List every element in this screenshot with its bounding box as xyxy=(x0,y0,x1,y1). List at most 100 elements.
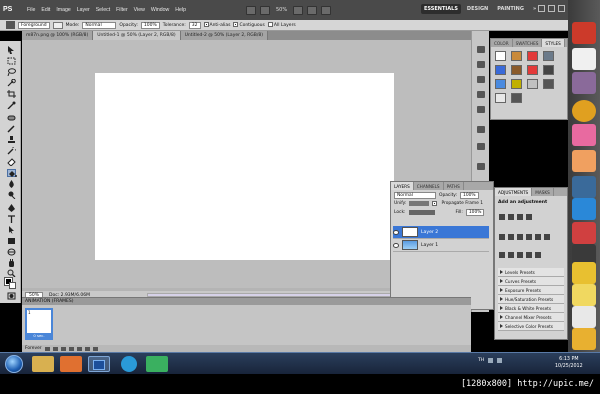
invert-icon[interactable] xyxy=(499,252,505,258)
eyedropper-tool-icon[interactable] xyxy=(7,101,16,109)
menu-edit[interactable]: Edit xyxy=(41,7,50,13)
style-preset-swatch[interactable] xyxy=(511,79,522,89)
animation-frame[interactable]: 1 0 sec. xyxy=(25,308,53,340)
layer-row-selected[interactable]: Layer 2 xyxy=(393,226,489,239)
document-tab-active[interactable]: Untitled-1 @ 50% (Layer 2, RGB/8) xyxy=(93,31,181,40)
clone-source-panel-icon[interactable] xyxy=(477,126,485,133)
visibility-eye-icon[interactable] xyxy=(393,242,399,248)
first-frame-icon[interactable] xyxy=(44,346,50,351)
tab-adjustments[interactable]: ADJUSTMENTS xyxy=(495,188,533,196)
menu-help[interactable]: Help xyxy=(175,7,186,13)
dodge-tool-icon[interactable] xyxy=(7,191,16,199)
brightness-icon[interactable] xyxy=(499,214,505,220)
menu-select[interactable]: Select xyxy=(96,7,110,13)
gadget-icon[interactable] xyxy=(572,150,596,172)
gadget-icon[interactable] xyxy=(572,176,596,198)
style-preset-swatch[interactable] xyxy=(527,51,538,61)
close-button[interactable] xyxy=(558,5,565,12)
path-selection-tool-icon[interactable] xyxy=(7,226,16,234)
hue-saturation-icon[interactable] xyxy=(508,234,514,240)
style-preset-swatch[interactable] xyxy=(543,51,554,61)
paint-bucket-tool-icon[interactable] xyxy=(6,21,15,29)
bridge-icon[interactable] xyxy=(246,5,256,15)
gadget-icon[interactable] xyxy=(572,22,596,44)
contiguous-option[interactable]: Contiguous xyxy=(233,22,265,28)
preset-black-white[interactable]: Black & White Presets xyxy=(498,304,564,313)
tolerance-input[interactable]: 32 xyxy=(188,21,201,29)
document-tab[interactable]: m87n.png @ 100% (RGB/8) xyxy=(22,31,94,40)
menu-window[interactable]: Window xyxy=(151,7,169,13)
screen-mode-icon[interactable] xyxy=(321,5,332,15)
gradient-map-icon[interactable] xyxy=(526,252,532,258)
document-canvas[interactable] xyxy=(95,73,394,260)
healing-brush-tool-icon[interactable] xyxy=(7,114,16,122)
gadget-icon[interactable] xyxy=(572,222,596,244)
actions-panel-icon[interactable] xyxy=(477,91,485,98)
style-preset-swatch[interactable] xyxy=(543,79,554,89)
menu-file[interactable]: File xyxy=(27,7,35,13)
menu-view[interactable]: View xyxy=(134,7,145,13)
contiguous-checkbox[interactable] xyxy=(233,22,239,27)
character-panel-icon[interactable] xyxy=(477,143,485,150)
marquee-tool-icon[interactable] xyxy=(7,57,16,65)
blur-tool-icon[interactable] xyxy=(7,180,16,188)
star-gadget-icon[interactable] xyxy=(572,100,596,122)
photo-filter-icon[interactable] xyxy=(535,234,541,240)
visibility-eye-icon[interactable] xyxy=(393,229,399,235)
arrange-documents-icon[interactable] xyxy=(307,5,318,15)
style-preset-swatch[interactable] xyxy=(495,79,506,89)
preset-channel-mixer[interactable]: Channel Mixer Presets xyxy=(498,313,564,322)
style-preset-swatch[interactable] xyxy=(527,65,538,75)
posterize-icon[interactable] xyxy=(508,252,514,258)
preset-exposure[interactable]: Exposure Presets xyxy=(498,286,564,295)
preset-curves[interactable]: Curves Presets xyxy=(498,277,564,286)
mode-select[interactable]: Normal xyxy=(82,21,117,29)
menu-layer[interactable]: Layer xyxy=(77,7,90,13)
propagate-checkbox[interactable] xyxy=(432,201,438,206)
history-brush-tool-icon[interactable] xyxy=(7,147,16,155)
blend-mode-select[interactable]: Normal xyxy=(394,192,436,199)
layer-opacity-input[interactable]: 100% xyxy=(460,192,479,199)
foreground-background-colors[interactable] xyxy=(4,277,16,289)
maximize-button[interactable] xyxy=(548,5,555,12)
minimize-button[interactable] xyxy=(538,5,545,12)
gadget-icon[interactable] xyxy=(572,48,596,70)
hand-tool-icon[interactable] xyxy=(7,259,16,267)
tab-channels[interactable]: CHANNELS xyxy=(414,182,444,190)
quick-selection-tool-icon[interactable] xyxy=(7,79,16,87)
tab-masks[interactable]: MASKS xyxy=(532,188,554,196)
tab-styles[interactable]: STYLES xyxy=(542,39,565,47)
layer-row[interactable]: Layer 1 xyxy=(393,239,489,252)
brushes-panel-icon[interactable] xyxy=(477,106,485,113)
style-preset-swatch[interactable] xyxy=(511,51,522,61)
workspace-design[interactable]: DESIGN xyxy=(464,4,491,14)
color-balance-icon[interactable] xyxy=(517,234,523,240)
gadget-icon[interactable] xyxy=(572,72,596,94)
quick-mask-icon[interactable] xyxy=(7,292,16,300)
workspace-painting[interactable]: PAINTING xyxy=(494,4,527,14)
mini-bridge-icon[interactable] xyxy=(260,5,270,15)
volume-icon[interactable] xyxy=(497,358,503,363)
antialias-option[interactable]: Anti-alias xyxy=(203,22,230,28)
channel-mixer-icon[interactable] xyxy=(544,234,550,240)
tween-icon[interactable] xyxy=(76,346,82,351)
tab-layers[interactable]: LAYERS xyxy=(391,182,414,190)
levels-icon[interactable] xyxy=(508,214,514,220)
menu-image[interactable]: Image xyxy=(56,7,70,13)
messenger-taskbar-icon[interactable] xyxy=(146,356,168,372)
style-preset-swatch[interactable] xyxy=(495,65,506,75)
workspace-essentials[interactable]: ESSENTIALS xyxy=(421,4,461,14)
photoshop-taskbar-icon[interactable] xyxy=(88,356,110,372)
taskbar-clock[interactable]: 6:13 PM 10/25/2012 xyxy=(555,356,583,370)
style-preset-swatch[interactable] xyxy=(511,65,522,75)
background-color-swatch[interactable] xyxy=(9,282,16,289)
preset-hue-saturation[interactable]: Hue/Saturation Presets xyxy=(498,295,564,304)
gadget-icon[interactable] xyxy=(572,328,596,350)
history-panel-icon[interactable] xyxy=(477,76,485,83)
clone-stamp-tool-icon[interactable] xyxy=(7,136,16,144)
duplicate-frame-icon[interactable] xyxy=(84,346,90,351)
paint-bucket-tool-icon-selected[interactable] xyxy=(7,169,17,177)
animation-panel-title[interactable]: ANIMATION (FRAMES) xyxy=(22,298,471,305)
move-tool-icon[interactable] xyxy=(7,46,16,54)
folder-gadget-icon[interactable] xyxy=(572,284,596,306)
